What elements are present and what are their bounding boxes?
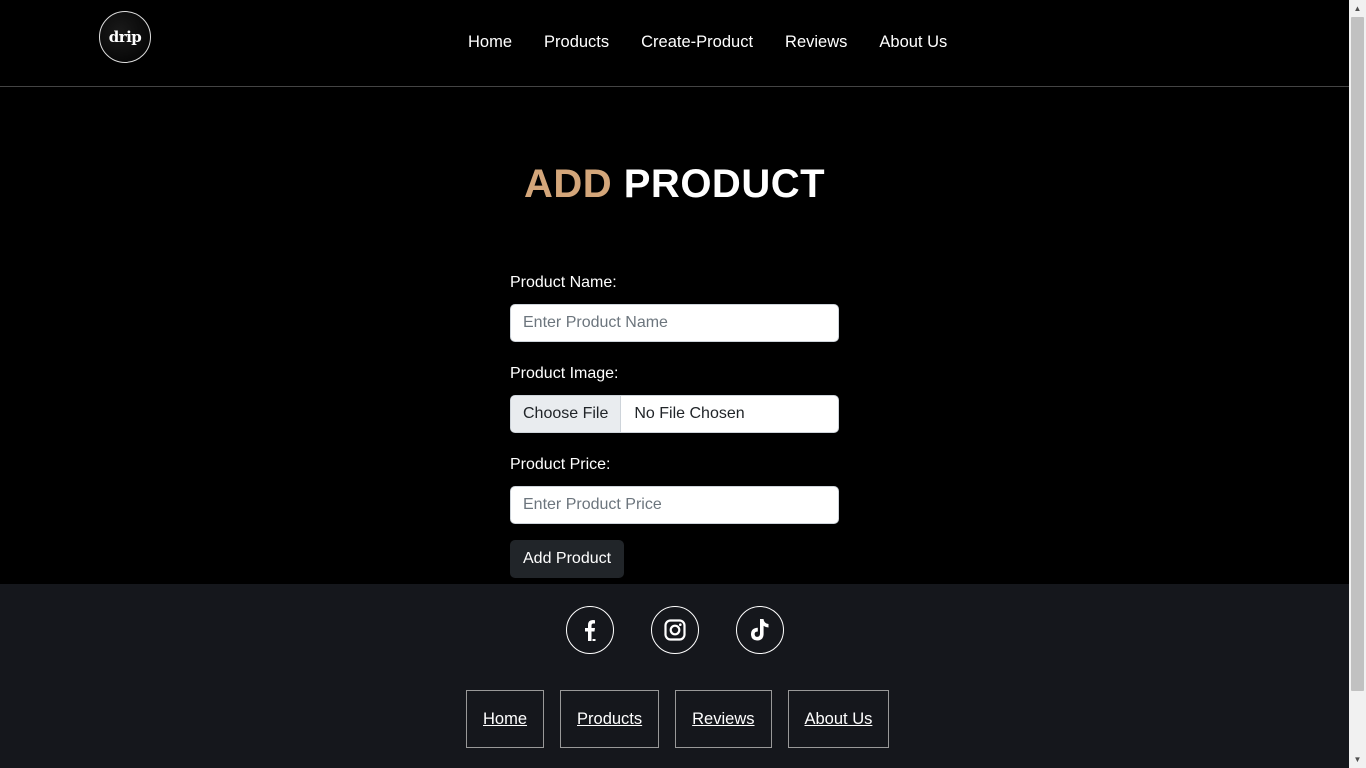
file-status: No File Chosen xyxy=(634,405,745,422)
scroll-up-arrow-icon[interactable]: ▲ xyxy=(1349,0,1366,17)
logo-text: drip xyxy=(108,28,142,46)
navbar: drip Home Products Create-Product Review… xyxy=(0,0,1349,87)
tiktok-icon[interactable] xyxy=(736,606,784,654)
footer-link-reviews[interactable]: Reviews xyxy=(675,690,772,748)
footer-links: Home Products Reviews About Us xyxy=(466,690,905,748)
page-title-main: PRODUCT xyxy=(623,162,826,206)
page-title-accent: ADD xyxy=(523,162,613,206)
product-name-label: Product Name: xyxy=(510,274,617,291)
nav-create-product[interactable]: Create-Product xyxy=(641,32,753,52)
product-name-input[interactable] xyxy=(510,304,839,342)
nav-links: Home Products Create-Product Reviews Abo… xyxy=(468,32,979,52)
page-title: ADD PRODUCT xyxy=(0,160,1349,208)
social-links xyxy=(566,606,821,654)
nav-home[interactable]: Home xyxy=(468,32,512,52)
footer-link-products[interactable]: Products xyxy=(560,690,660,748)
scrollbar-thumb[interactable] xyxy=(1351,17,1364,691)
product-price-input[interactable] xyxy=(510,486,839,524)
facebook-icon[interactable] xyxy=(566,606,614,654)
product-image-label: Product Image: xyxy=(510,365,619,382)
footer: Home Products Reviews About Us xyxy=(0,584,1349,768)
instagram-icon[interactable] xyxy=(651,606,699,654)
footer-link-home[interactable]: Home xyxy=(466,690,545,748)
choose-file-button[interactable]: Choose File xyxy=(511,396,622,432)
scroll-down-arrow-icon[interactable]: ▼ xyxy=(1349,751,1366,768)
add-product-button[interactable]: Add Product xyxy=(510,540,625,578)
nav-products[interactable]: Products xyxy=(544,32,609,52)
product-image-file-input[interactable]: Choose File No File Chosen xyxy=(510,395,839,433)
nav-reviews[interactable]: Reviews xyxy=(785,32,847,52)
product-price-label: Product Price: xyxy=(510,456,611,473)
footer-link-about-us[interactable]: About Us xyxy=(787,690,890,748)
page: drip Home Products Create-Product Review… xyxy=(0,0,1349,768)
vertical-scrollbar[interactable]: ▲ ▼ xyxy=(1349,0,1366,768)
logo[interactable]: drip xyxy=(99,11,151,63)
nav-about-us[interactable]: About Us xyxy=(879,32,947,52)
add-product-form: Product Name: Product Image: Choose File… xyxy=(510,272,839,578)
